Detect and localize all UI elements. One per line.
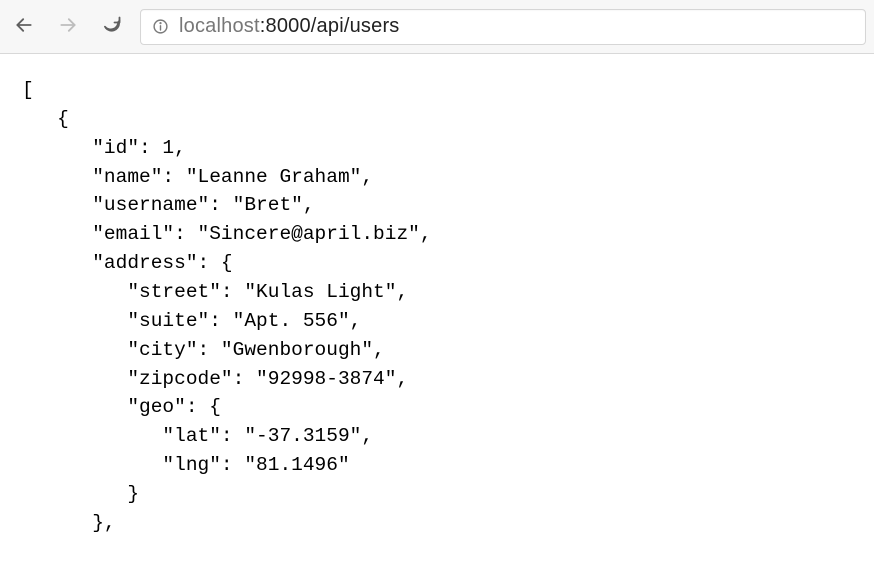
site-info-icon[interactable] xyxy=(151,18,169,36)
back-button[interactable] xyxy=(8,11,40,43)
url-text: localhost:8000/api/users xyxy=(179,15,400,38)
address-bar[interactable]: localhost:8000/api/users xyxy=(140,9,866,45)
url-path: :8000/api/users xyxy=(260,15,400,37)
reload-icon xyxy=(102,15,122,38)
forward-button[interactable] xyxy=(52,11,84,43)
forward-arrow-icon xyxy=(58,15,78,38)
json-content: [ { "id": 1, "name": "Leanne Graham", "u… xyxy=(0,54,874,550)
browser-toolbar: localhost:8000/api/users xyxy=(0,0,874,54)
reload-button[interactable] xyxy=(96,11,128,43)
url-host: localhost xyxy=(179,15,260,37)
back-arrow-icon xyxy=(14,15,34,38)
